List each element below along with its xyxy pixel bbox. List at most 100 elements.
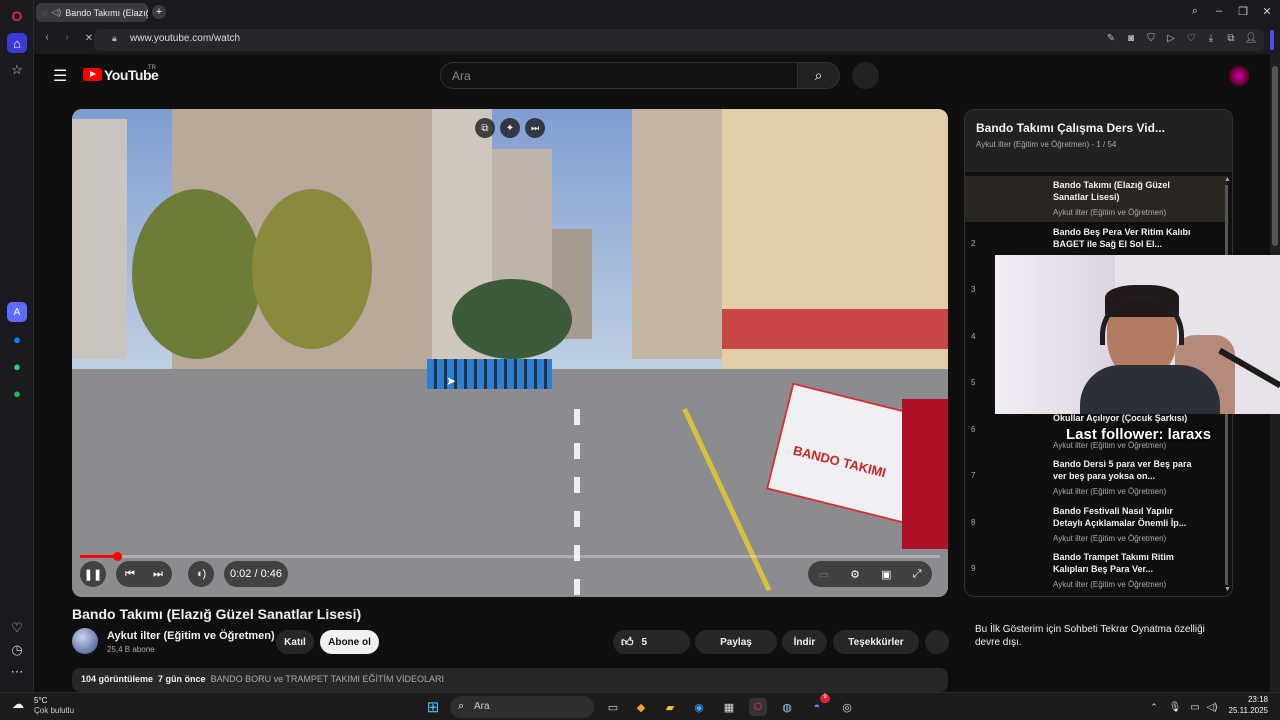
back-icon[interactable]: ‹ [40, 32, 54, 43]
join-button[interactable]: Katıl [276, 630, 314, 654]
forward-icon[interactable]: › [60, 32, 74, 43]
more-icon[interactable]: ⋯ [7, 662, 27, 682]
like-icon[interactable]: 👍︎ [621, 635, 634, 650]
search-button[interactable]: ⌕ [798, 62, 840, 89]
playlist-item-number: 6 [971, 424, 976, 434]
playlist-link[interactable]: BANDO BORU ve TRAMPET TAKIMI EĞİTİM VİDE… [211, 674, 444, 684]
windows-start-icon[interactable]: ⊞ [424, 698, 442, 716]
edge-icon[interactable]: ◉ [690, 698, 708, 716]
playlist-item-title[interactable]: Bando Dersi 5 para ver Beş para ver beş … [1053, 458, 1193, 482]
history-icon[interactable]: ◷ [7, 640, 27, 660]
mute-icon[interactable]: ◁) [51, 7, 61, 18]
playlist-title[interactable]: Bando Takımı Çalışma Ders Vid... [976, 121, 1165, 135]
video-player[interactable]: BANDO TAKIMI ⧉ ✦ ⏭ ➤ ❚❚ ⏮ ⏭ ◖) 0:02 / 0:… [72, 109, 948, 597]
camera-icon[interactable]: ◙ [1124, 33, 1138, 44]
store-icon[interactable]: ▦ [720, 698, 738, 716]
obs-icon[interactable]: ◎ [838, 698, 856, 716]
lock-icon[interactable]: 🔒︎ [112, 33, 117, 44]
playlist-item-title[interactable]: Bando Festivali Nasıl Yapılır Detaylı Aç… [1053, 505, 1193, 529]
playlist-item[interactable]: 9 Bando Trampet Takımı Ritim Kalıpları Be… [965, 548, 1227, 594]
description-box[interactable]: 104 görüntüleme 7 gün önce BANDO BORU ve… [72, 668, 948, 692]
volume-button[interactable]: ◖) [188, 561, 214, 587]
aria-icon[interactable]: A [7, 302, 27, 322]
playlist-item-number: 5 [971, 378, 976, 387]
tray-chevron-icon[interactable]: ⌃ [1145, 698, 1163, 716]
voice-search-button[interactable] [852, 62, 879, 89]
home-icon[interactable]: ⌂ [7, 33, 27, 53]
playlist-item[interactable]: 7 Bando Dersi 5 para ver Beş para ver beş… [965, 455, 1227, 501]
opera-taskbar-icon[interactable]: O [749, 698, 767, 716]
subtitles-icon[interactable]: ▭ [819, 568, 829, 581]
youtube-logo-icon[interactable] [83, 68, 102, 81]
address-bar-row: ‹ › ✕ 🔒︎ www.youtube.com/watch ✎ ◙ ⛉ ▷ ♡… [34, 26, 1280, 54]
edit-icon[interactable]: ✎ [1104, 33, 1118, 44]
menu-icon[interactable]: ☰ [53, 66, 67, 86]
previous-icon[interactable]: ⏮ [125, 568, 135, 581]
subscribe-button[interactable]: Abone ol [320, 630, 379, 654]
avatar[interactable] [1229, 66, 1249, 86]
playlist-item-title[interactable]: Bando Beş Pera Ver Ritim Kalıbı BAGET il… [1053, 226, 1193, 250]
new-tab-button[interactable]: + [152, 5, 166, 19]
messenger-icon[interactable]: ● [7, 329, 27, 349]
miniplayer-icon[interactable]: ⧉ [475, 118, 495, 138]
playlist-item[interactable]: Zil Çevirme Bando Çalışması [965, 595, 1227, 597]
url-text[interactable]: www.youtube.com/watch [130, 33, 240, 44]
tab-active[interactable]: ◌ ◁) Bando Takımı (Elazığ G × [36, 3, 148, 22]
heart-icon[interactable]: ♡ [7, 618, 27, 638]
volume-icon: ◖) [195, 568, 207, 580]
network-icon[interactable]: ▭ [1186, 698, 1204, 716]
pause-button[interactable]: ❚❚ [80, 561, 106, 587]
search-tabs-icon[interactable]: ⌕ [1187, 5, 1203, 18]
close-window-icon[interactable]: ✕ [1259, 5, 1275, 18]
download-button[interactable]: İndir [782, 630, 827, 654]
extensions-icon[interactable]: ⧉ [1224, 33, 1238, 44]
thanks-button[interactable]: Teşekkürler [833, 630, 919, 654]
playlist-item-title[interactable]: Bando Takımı (Elazığ Güzel Sanatlar Lise… [1053, 179, 1193, 203]
minimize-icon[interactable]: – [1211, 5, 1227, 17]
theater-mode-icon[interactable]: ▣ [881, 568, 891, 581]
heart-icon[interactable]: ♡ [1184, 33, 1198, 44]
clock-date[interactable]: 25.11.2025 [1218, 706, 1268, 715]
channel-name[interactable]: Aykut ilter (Eğitim ve Öğretmen) [107, 630, 275, 642]
next-icon[interactable]: ⏭ [153, 568, 163, 581]
address-field[interactable]: 🔒︎ www.youtube.com/watch ✎ ◙ ⛉ ▷ ♡ ⤓ ⧉ 👤… [94, 29, 1264, 51]
player-controls: ❚❚ ⏮ ⏭ ◖) 0:02 / 0:46 ▭ ⚙ ▣ ⤢ [72, 552, 948, 597]
playlist-item-channel: Aykut ilter (Eğitim ve Öğretmen) [1053, 580, 1167, 589]
whatsapp-icon[interactable]: ● [7, 356, 27, 376]
clock-time[interactable]: 23:18 [1228, 695, 1268, 704]
settings-icon[interactable]: ⚙ [850, 568, 860, 581]
sidebar-toggle[interactable] [1270, 30, 1274, 50]
channel-avatar[interactable] [72, 628, 98, 654]
search-input[interactable]: Ara [440, 62, 798, 89]
ai-sparkle-icon[interactable]: ✦ [500, 118, 520, 138]
shield-icon[interactable]: ⛉ [1144, 33, 1158, 44]
playlist-item[interactable]: Bando Takımı (Elazığ Güzel Sanatlar Lise… [965, 176, 1227, 222]
progress-track[interactable] [80, 552, 940, 561]
more-actions-button[interactable] [925, 630, 949, 654]
task-view-icon[interactable]: ▭ [604, 698, 622, 716]
taskbar-search[interactable]: ⌕ Ara [450, 696, 594, 718]
microphone-icon[interactable]: 🎙︎ [1166, 698, 1184, 716]
playlist-item[interactable]: 8 Bando Festivali Nasıl Yapılır Detaylı A… [965, 502, 1227, 548]
play-icon[interactable]: ▷ [1164, 33, 1178, 44]
temperature[interactable]: 5°C [34, 696, 47, 705]
spotify-icon[interactable]: ● [7, 383, 27, 403]
playlist-item-number: 3 [971, 285, 976, 294]
file-explorer-icon[interactable]: ▰ [661, 698, 679, 716]
steam-icon[interactable]: ◍ [778, 698, 796, 716]
maximize-icon[interactable]: ❐ [1235, 5, 1251, 18]
discord-badge: 9 [820, 694, 830, 703]
weather-icon[interactable]: ☁ [12, 697, 24, 711]
copilot-icon[interactable]: ◆ [632, 698, 650, 716]
opera-logo-icon[interactable]: O [7, 6, 27, 26]
profile-icon[interactable]: 👤︎ [1244, 33, 1258, 44]
skip-icon[interactable]: ⏭ [525, 118, 545, 138]
playlist-item-title[interactable]: Bando Trampet Takımı Ritim Kalıpları Beş… [1053, 551, 1193, 575]
weather-text[interactable]: Çok bulutlu [34, 706, 74, 715]
like-count[interactable]: 5 [642, 637, 648, 648]
star-icon[interactable]: ☆ [7, 60, 27, 80]
download-icon[interactable]: ⤓ [1204, 33, 1218, 44]
share-button[interactable]: Paylaş [695, 630, 777, 654]
fullscreen-icon[interactable]: ⤢ [913, 568, 922, 581]
chat-replay-note: Bu İlk Gösterim için Sohbeti Tekrar Oyna… [975, 624, 1205, 648]
